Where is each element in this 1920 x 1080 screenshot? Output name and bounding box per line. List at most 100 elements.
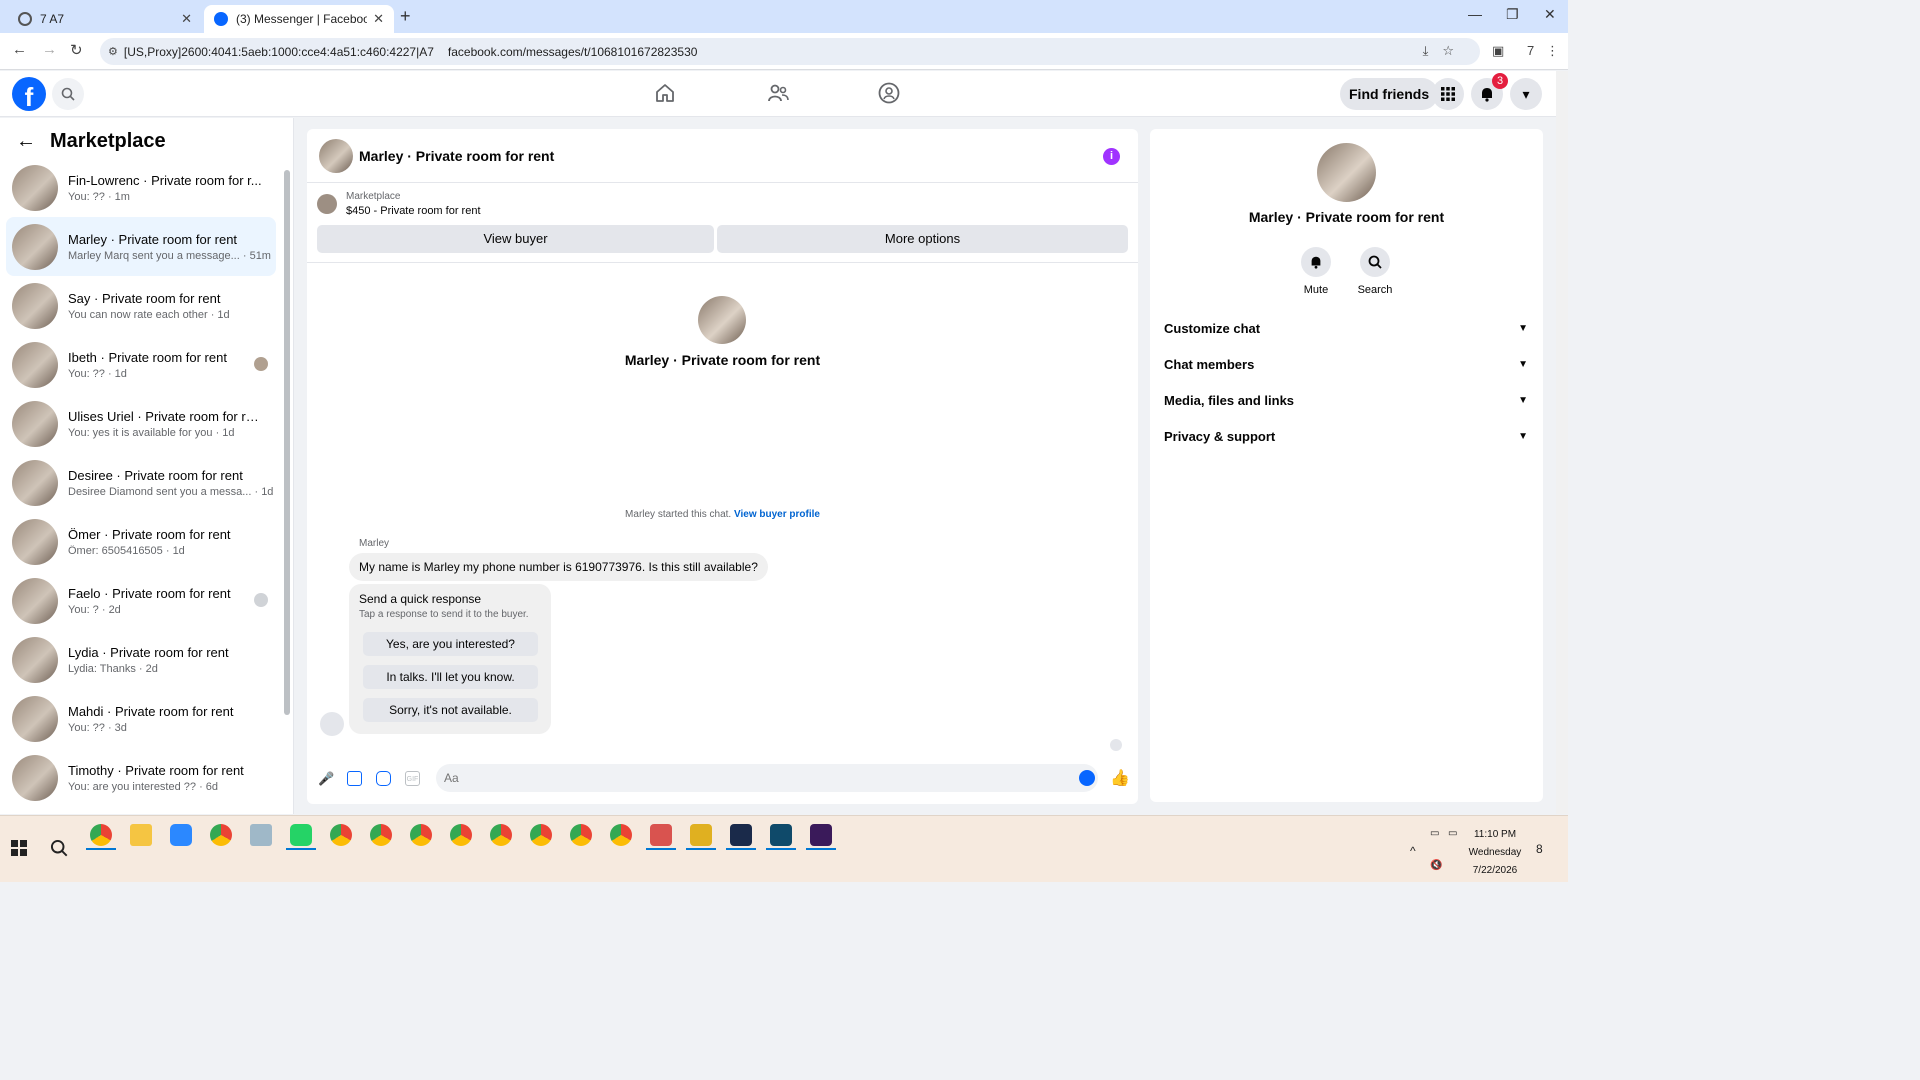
back-icon[interactable]: ← [12,41,27,58]
menu-icon[interactable]: ⋮ [1546,43,1559,59]
chevron-down-icon: ▼ [1518,322,1528,334]
chrome-taskbar-icon[interactable] [490,824,512,846]
install-bookmark-icons[interactable]: ⤓☆ [1423,43,1468,59]
account-chevron-icon[interactable]: ▾ [1510,78,1542,110]
address-bar[interactable]: ⚙ [US,Proxy]2600:4041:5aeb:1000:cce4:4a5… [100,38,1480,65]
app-icon[interactable] [650,824,672,846]
chrome-taskbar-icon[interactable] [610,824,632,846]
file-explorer-icon[interactable] [130,824,152,846]
thumbs-up-icon[interactable]: 👍 [1110,768,1130,788]
app-icon[interactable] [690,824,712,846]
whatsapp-icon[interactable] [290,824,312,846]
system-clock[interactable]: 11:10 PM Wednesday 7/22/2026 [1460,826,1530,880]
search-button[interactable]: Search [1345,247,1405,296]
conversation-item[interactable]: Fin-Lowrenc · Private room for r... You: … [6,158,276,217]
facebook-logo-icon[interactable]: f [12,77,46,112]
app-icon[interactable] [250,824,272,846]
taskbar-search-icon[interactable] [50,839,68,862]
search-icon[interactable] [52,78,84,110]
groups-icon[interactable] [877,81,903,107]
chat-title[interactable]: Marley · Private room for rent [359,148,554,164]
clock-date: 7/22/2026 [1472,865,1518,876]
reload-icon[interactable]: ↻ [70,41,83,59]
browser-tab-active[interactable]: (3) Messenger | Facebook ✕ [204,5,394,33]
conversation-snippet: You: are you interested ?? · 6d [68,780,219,793]
quick-response-option[interactable]: In talks. I'll let you know. [363,665,538,689]
info-icon[interactable]: i [1103,148,1120,165]
app-icon[interactable] [730,824,752,846]
privacy-support-section[interactable]: Privacy & support ▼ [1164,418,1528,454]
close-tab-icon[interactable]: ✕ [181,11,192,27]
photo-icon[interactable] [347,771,362,786]
conversation-item[interactable]: Ulises Uriel · Private room for rent You:… [6,394,276,453]
chrome-taskbar-icon[interactable] [330,824,352,846]
profile-number[interactable]: 7 [1527,43,1534,58]
chrome-taskbar-icon[interactable] [570,824,592,846]
conversation-item-selected[interactable]: Marley · Private room for rent Marley Mar… [6,217,276,276]
meet-now-icon[interactable]: ▭ [1430,828,1439,839]
tab-search-icon[interactable]: ▣ [1492,43,1504,59]
info-name: Marley · Private room for rent [1248,209,1445,225]
media-files-links-section[interactable]: Media, files and links ▼ [1164,382,1528,418]
chrome-taskbar-icon[interactable] [370,824,392,846]
app-icon[interactable] [170,824,192,846]
conversation-item[interactable]: Ibeth · Private room for rent You: ?? · 1… [6,335,276,394]
conversation-item[interactable]: Say · Private room for rent You can now r… [6,276,276,335]
chrome-taskbar-icon[interactable] [90,824,112,846]
home-icon[interactable] [653,81,679,107]
volume-muted-icon[interactable]: 🔇 [1430,860,1442,871]
more-options-button[interactable]: More options [717,225,1128,253]
chevron-up-icon[interactable]: ^ [1410,844,1416,858]
close-tab-icon[interactable]: ✕ [373,11,384,27]
friends-icon[interactable] [766,81,792,107]
emoji-icon[interactable] [1079,770,1095,786]
notification-center-icon[interactable]: 8 [1536,842,1543,856]
view-buyer-button[interactable]: View buyer [317,225,714,253]
listing-summary[interactable]: Marketplace $450 - Private room for rent [317,191,481,217]
chrome-taskbar-icon[interactable] [410,824,432,846]
conversation-item[interactable]: Lydia · Private room for rent Lydia: Than… [6,630,276,689]
globe-icon [18,12,32,26]
chrome-taskbar-icon[interactable] [450,824,472,846]
divider [307,262,1138,263]
url-text[interactable]: facebook.com/messages/t/1068101672823530 [448,45,698,59]
conversation-item[interactable]: Mahdi · Private room for rent You: ?? · 3… [6,689,276,748]
minimize-icon[interactable]: — [1468,6,1482,22]
network-icon[interactable]: ▭ [1448,828,1457,839]
chat-members-section[interactable]: Chat members ▼ [1164,346,1528,382]
app-icon[interactable] [810,824,832,846]
app-icon[interactable] [770,824,792,846]
find-friends-button[interactable]: Find friends [1340,78,1439,110]
gif-icon[interactable]: GIF [405,771,420,786]
quick-response-option[interactable]: Yes, are you interested? [363,632,538,656]
conversation-item[interactable]: Desiree · Private room for rent Desiree D… [6,453,276,512]
sticker-icon[interactable] [376,771,391,786]
site-info-icon[interactable]: ⚙ [108,45,118,58]
bell-icon [1301,247,1331,277]
forward-icon[interactable]: → [42,41,57,58]
conversation-name: Desiree · Private room for rent [68,467,243,483]
windows-start-icon[interactable] [11,840,27,861]
conversation-item[interactable]: Faelo · Private room for rent You: ? · 2d [6,571,276,630]
sidebar-scrollbar[interactable] [284,170,290,715]
conversation-name: Timothy · Private room for rent [68,762,244,778]
avatar[interactable] [319,138,353,173]
browser-tab[interactable]: 7 A7 ✕ [8,5,202,33]
quick-response-option[interactable]: Sorry, it's not available. [363,698,538,722]
page-scrollbar[interactable] [1556,71,1568,814]
message-input[interactable] [436,764,1098,792]
conversation-snippet: You: ?? · 3d [68,721,127,734]
customize-chat-section[interactable]: Customize chat ▼ [1164,310,1528,346]
mute-button[interactable]: Mute [1286,247,1346,296]
new-tab-button[interactable]: + [400,6,411,27]
menu-grid-icon[interactable] [1432,78,1464,110]
restore-icon[interactable]: ❐ [1506,6,1519,23]
conversation-item[interactable]: Ömer · Private room for rent Ömer: 650541… [6,512,276,571]
chrome-taskbar-icon[interactable] [530,824,552,846]
conversation-item[interactable]: Timothy · Private room for rent You: are … [6,748,276,807]
view-buyer-profile-link[interactable]: View buyer profile [734,509,820,520]
close-window-icon[interactable]: ✕ [1544,6,1556,23]
chrome-taskbar-icon[interactable] [210,824,232,846]
back-arrow-icon[interactable]: ← [16,130,36,153]
microphone-icon[interactable]: 🎤 [318,771,334,786]
